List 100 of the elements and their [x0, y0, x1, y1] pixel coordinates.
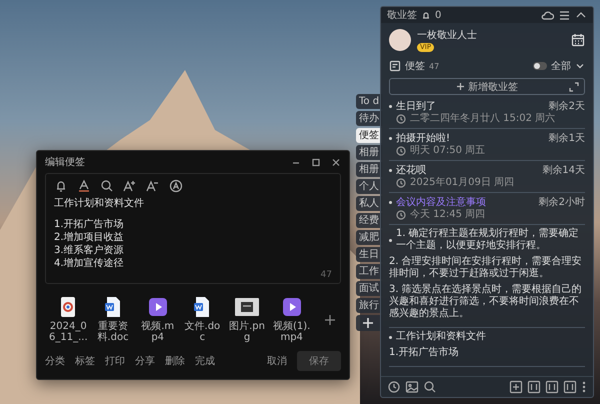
note-count: 47 [429, 62, 440, 70]
video-file-icon[interactable] [148, 296, 168, 318]
clock-icon [396, 114, 406, 124]
action-link[interactable]: 完成 [195, 354, 215, 368]
user-name: 一枚敬业人士 [417, 28, 478, 42]
cancel-link[interactable]: 取消 [267, 354, 287, 368]
countdown-text: 剩余2小时 [538, 196, 585, 209]
category-tab[interactable]: 工作 [356, 264, 382, 279]
bell-icon[interactable] [421, 10, 431, 20]
reminder-time: 今天 12:45 周四 [410, 209, 486, 221]
category-tab[interactable]: 面试 [356, 281, 382, 296]
reminder-time: 明天 07:50 周五 [410, 145, 486, 157]
note-line: 3.维系客户资源 [54, 244, 125, 257]
add-tab-icon[interactable] [362, 317, 374, 329]
category-tab[interactable]: 相册 [356, 145, 382, 160]
category-tab[interactable]: 生日 [356, 247, 382, 262]
more-icon[interactable] [581, 381, 587, 393]
save-button[interactable]: 保存 [297, 351, 341, 371]
search-icon[interactable] [100, 179, 114, 193]
note-paragraph[interactable]: 1. 确定行程主题在规划行程时，需要确定一个主题，以便更好地安排行程。 [396, 228, 585, 252]
bullet-icon [389, 238, 392, 242]
bullet-icon [389, 336, 392, 338]
clock-icon[interactable] [387, 380, 401, 394]
note-title[interactable]: 拍摄开始啦! [396, 132, 450, 145]
image-icon[interactable] [405, 380, 419, 394]
category-tab[interactable]: 相册 [356, 162, 382, 177]
note-heading: 工作计划和资料文件 [54, 197, 145, 210]
action-link[interactable]: 删除 [165, 354, 185, 368]
toggle-switch[interactable] [533, 62, 547, 70]
reminder-time: 2025年01月09日 周四 [410, 177, 514, 189]
close-icon[interactable] [331, 158, 341, 166]
category-tab[interactable]: 便签 [356, 128, 382, 143]
word-document-icon[interactable] [103, 296, 123, 318]
note-title[interactable]: 还花呗 [396, 164, 426, 177]
avatar[interactable] [389, 29, 411, 51]
search-icon[interactable] [423, 380, 437, 394]
font-decrease-icon[interactable] [146, 179, 160, 193]
columns-icon[interactable] [563, 380, 577, 394]
columns-icon[interactable] [545, 380, 559, 394]
window-title: 编辑便签 [45, 156, 86, 169]
action-link[interactable]: 标签 [75, 354, 95, 368]
note-line: 2.增加项目收益 [54, 231, 125, 244]
new-note-button[interactable]: 新增敬业签 [389, 78, 585, 95]
expand-icon[interactable] [568, 81, 580, 93]
bullet-icon [389, 137, 392, 140]
attachment-name: 视频(1).mp4 [272, 321, 312, 343]
calendar-icon[interactable] [571, 33, 585, 47]
add-attachment-icon[interactable] [323, 312, 338, 326]
add-square-icon[interactable] [509, 380, 523, 394]
category-tab[interactable]: 个人 [356, 179, 382, 194]
reminder-time: 二零二四年冬月廿八 15:02 周六 [410, 113, 556, 125]
category-tab[interactable]: 旅行 [356, 298, 382, 313]
font-increase-icon[interactable] [123, 179, 137, 193]
maximize-icon[interactable] [311, 158, 321, 166]
image-thumbnail-icon[interactable] [234, 296, 260, 318]
countdown-text: 剩余1天 [548, 132, 585, 145]
action-link[interactable]: 分享 [135, 354, 155, 368]
attachment-name: 重要资料.doc [96, 321, 130, 343]
note-paragraph[interactable]: 工作计划和资料文件 [396, 331, 486, 343]
note-title[interactable]: 会议内容及注意事项 [396, 196, 486, 209]
clock-icon [396, 146, 406, 156]
action-link[interactable]: 打印 [105, 354, 125, 368]
attachment-name: 文件.doc [184, 321, 222, 343]
attachment-name: 视频.mp4 [140, 321, 176, 343]
category-tab[interactable]: 经费 [356, 213, 382, 228]
note-title[interactable]: 生日到了 [396, 100, 436, 113]
category-tab[interactable]: 减肥 [356, 230, 382, 245]
bullet-icon [389, 105, 392, 108]
note-paragraph[interactable]: 2. 合理安排时间在安排行程时，需要合理安排时间，不要过于赶路或过于闲逛。 [389, 256, 585, 280]
clock-icon [396, 178, 406, 188]
video-file-icon[interactable] [282, 296, 302, 318]
note-line: 4.增加宣传途径 [54, 257, 125, 270]
countdown-text: 剩余14天 [542, 164, 585, 177]
attachment-name: 图片.png [228, 321, 266, 343]
note-editor-area[interactable]: 工作计划和资料文件 1.开拓广告市场 2.增加项目收益 3.维系客户资源 4.增加宣传途径 47 [45, 173, 341, 284]
action-link[interactable]: 分类 [45, 354, 65, 368]
note-paragraph[interactable]: 3. 筛选景点在选择景点时，需要根据自己的兴趣和喜好进行筛选，不要将时间浪费在不感兴趣的景点上。 [389, 284, 585, 320]
note-paragraph[interactable]: 1.开拓广告市场 [389, 347, 585, 359]
circled-a-icon[interactable] [169, 179, 183, 193]
note-icon [389, 60, 401, 72]
character-count: 47 [320, 270, 332, 280]
app-name: 敬业签 [387, 8, 417, 22]
text-color-icon[interactable] [77, 179, 91, 193]
bullet-icon [389, 201, 392, 204]
menu-icon[interactable] [558, 9, 571, 21]
category-tab[interactable]: 私人 [356, 196, 382, 211]
columns-icon[interactable] [527, 380, 541, 394]
note-line: 1.开拓广告市场 [54, 218, 125, 231]
category-tab[interactable]: To d [356, 94, 382, 109]
section-title: 便签 [405, 60, 425, 73]
category-tab[interactable]: 待办 [356, 111, 382, 126]
attachment-name: 2024_06_11_... [49, 321, 88, 343]
cloud-icon[interactable] [541, 9, 554, 21]
plus-icon [456, 82, 465, 91]
notification-count[interactable]: 0 [435, 10, 442, 20]
countdown-text: 剩余2天 [548, 100, 585, 112]
filter-dropdown[interactable]: 全部 [551, 59, 571, 73]
caret-icon[interactable] [575, 61, 585, 71]
bell-icon[interactable] [54, 179, 68, 193]
bullet-icon [389, 169, 392, 172]
